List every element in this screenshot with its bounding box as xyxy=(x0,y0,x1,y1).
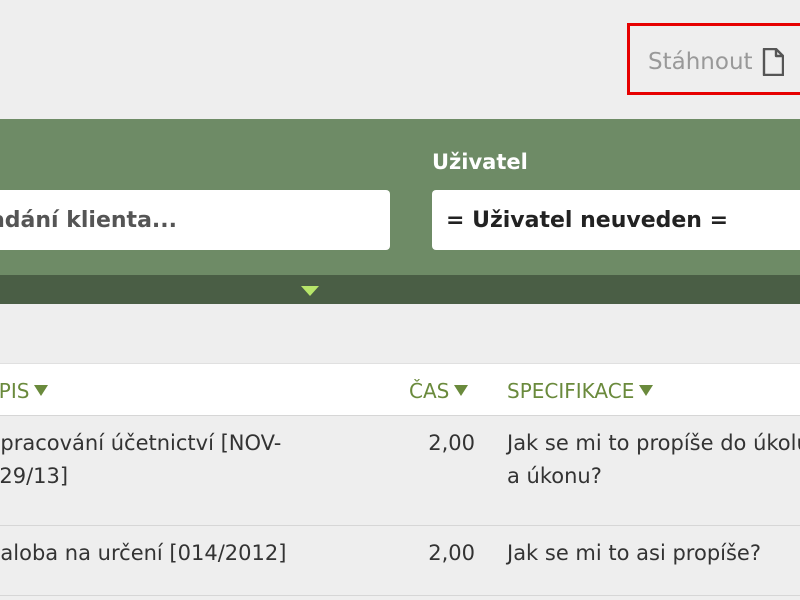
sort-arrow-icon xyxy=(454,385,469,396)
table-header: POPIS ČAS SPECIFIKACE xyxy=(0,363,800,416)
cell-specifikace: Jak se mi to propíše do úkolu a úkonu? xyxy=(507,431,800,488)
sort-arrow-icon xyxy=(34,385,49,396)
document-icon xyxy=(762,48,784,76)
table-row[interactable]: Žaloba na určení [014/2012] 2,00 Jak se … xyxy=(0,526,800,596)
table-row[interactable]: Zpracování účetnictví [NOV-029/13] 2,00 … xyxy=(0,416,800,526)
triangle-down-icon[interactable] xyxy=(300,285,320,297)
user-select[interactable]: = Uživatel neuveden = xyxy=(432,190,800,250)
cell-cas: 2,00 xyxy=(428,431,475,455)
cell-specifikace: Jak se mi to asi propíše? xyxy=(507,541,761,565)
cell-cas: 2,00 xyxy=(428,541,475,565)
cell-popis: Žaloba na určení [014/2012] xyxy=(0,541,287,565)
records-table: POPIS ČAS SPECIFIKACE Zpracování účetnic… xyxy=(0,363,800,596)
download-label: Stáhnout xyxy=(648,49,753,75)
sort-arrow-icon xyxy=(639,385,654,396)
column-header-specifikace[interactable]: SPECIFIKACE xyxy=(507,364,654,417)
column-header-popis[interactable]: POPIS xyxy=(0,364,49,417)
download-link[interactable]: Stáhnout xyxy=(648,44,784,80)
client-search-input[interactable] xyxy=(0,190,390,250)
user-filter-label: Uživatel xyxy=(432,150,528,174)
cell-popis: Zpracování účetnictví [NOV-029/13] xyxy=(0,431,282,488)
filter-collapse-bar[interactable] xyxy=(0,275,800,304)
user-select-value: = Uživatel neuveden = xyxy=(446,207,729,233)
column-header-cas[interactable]: ČAS xyxy=(409,364,469,417)
